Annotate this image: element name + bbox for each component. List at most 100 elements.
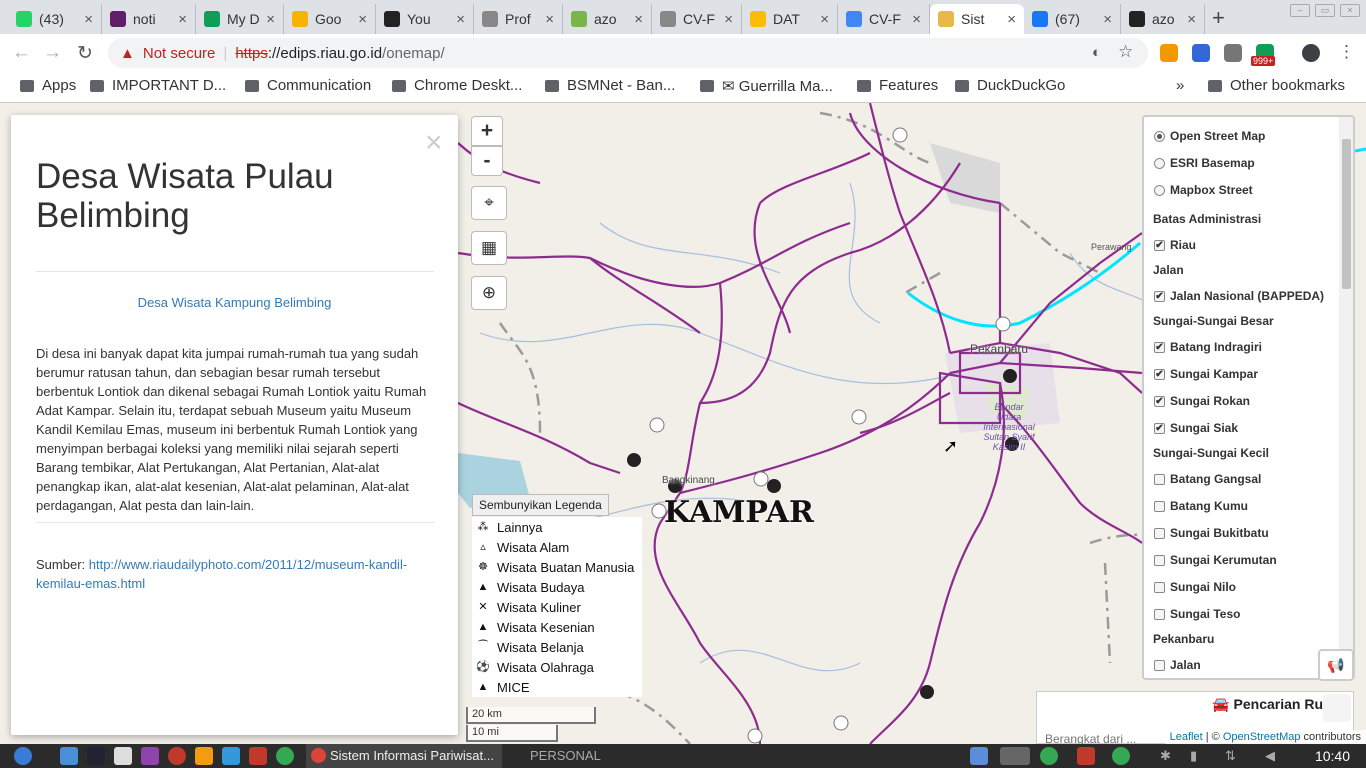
- checkbox[interactable]: ✔: [1154, 290, 1165, 302]
- layer-toggle[interactable]: ✔ Sungai Rokan: [1154, 394, 1250, 408]
- source-link[interactable]: http://www.riaudailyphoto.com/2011/12/mu…: [36, 557, 407, 591]
- bookmark-item[interactable]: Communication: [245, 77, 371, 94]
- calendar-icon[interactable]: ▦: [471, 231, 507, 265]
- layer-toggle[interactable]: ✔ Sungai Kampar: [1154, 367, 1258, 381]
- browser-tab[interactable]: Sist ×: [930, 4, 1024, 34]
- terminal-icon[interactable]: [87, 747, 105, 765]
- app-icon[interactable]: [249, 747, 267, 765]
- megaphone-icon[interactable]: 📢: [1318, 649, 1354, 681]
- close-window-button[interactable]: ×: [1340, 4, 1360, 17]
- app-icon[interactable]: [141, 747, 159, 765]
- checkbox[interactable]: [1154, 554, 1165, 566]
- layer-toggle[interactable]: Sungai Bukitbatu: [1154, 526, 1269, 540]
- extension-icon[interactable]: [1160, 44, 1178, 62]
- map-view[interactable]: KAMPAR Pekanbaru Bangkinang Bandar Udara…: [0, 103, 1366, 744]
- layer-toggle[interactable]: Sungai Teso: [1154, 607, 1240, 621]
- bookmark-item[interactable]: Apps: [20, 77, 76, 94]
- browser-tab[interactable]: You ×: [376, 4, 474, 34]
- clock[interactable]: 10:40: [1315, 748, 1350, 764]
- checkbox[interactable]: [1154, 500, 1165, 512]
- location-pin-icon[interactable]: ⌖: [471, 186, 507, 220]
- checkbox[interactable]: ✔: [1154, 341, 1165, 353]
- browser-tab[interactable]: Goo ×: [284, 4, 376, 34]
- volume-icon[interactable]: ◀: [1265, 748, 1275, 764]
- scrollbar-thumb[interactable]: [1342, 139, 1351, 289]
- radio-button[interactable]: [1154, 130, 1165, 142]
- other-bookmarks-folder[interactable]: Other bookmarks: [1208, 77, 1345, 94]
- bookmark-star-icon[interactable]: ☆: [1118, 42, 1133, 62]
- battery-icon[interactable]: ▮: [1190, 748, 1197, 764]
- more-bookmarks-button[interactable]: »: [1176, 77, 1184, 94]
- bookmark-item[interactable]: BSMNet - Ban...: [545, 77, 675, 94]
- close-tab-icon[interactable]: ×: [912, 11, 921, 28]
- toggle-legend-button[interactable]: Sembunyikan Legenda: [472, 494, 609, 516]
- close-popup-button[interactable]: ×: [425, 128, 443, 158]
- checkbox[interactable]: ✔: [1154, 239, 1165, 251]
- zoom-in-button[interactable]: +: [471, 116, 503, 146]
- radio-button[interactable]: [1154, 184, 1165, 196]
- leaflet-link[interactable]: Leaflet: [1170, 731, 1203, 743]
- layer-toggle[interactable]: Jalan: [1154, 658, 1201, 672]
- add-location-icon[interactable]: ⊕: [471, 276, 507, 310]
- profile-avatar[interactable]: [1302, 44, 1320, 62]
- layer-toggle[interactable]: ✔ Batang Indragiri: [1154, 340, 1262, 354]
- start-menu-icon[interactable]: [14, 747, 32, 765]
- forward-button[interactable]: →: [43, 42, 62, 64]
- bluetooth-icon[interactable]: ✱: [1160, 748, 1171, 764]
- back-button[interactable]: ←: [12, 42, 31, 64]
- basemap-option[interactable]: Mapbox Street: [1154, 183, 1253, 197]
- bookmark-item[interactable]: Features: [857, 77, 938, 94]
- checkbox[interactable]: ✔: [1154, 422, 1165, 434]
- layer-control[interactable]: Open Street Map ESRI Basemap Mapbox Street…: [1142, 115, 1355, 680]
- layer-scrollbar[interactable]: [1339, 117, 1353, 678]
- chrome-icon[interactable]: [1112, 747, 1130, 765]
- address-bar[interactable]: ▲ Not secure | https ://edips.riau.go.id…: [108, 38, 1148, 68]
- layer-toggle[interactable]: ✔ Jalan Nasional (BAPPEDA): [1154, 289, 1324, 303]
- browser-tab[interactable]: (43) ×: [8, 4, 102, 34]
- workspace-switcher[interactable]: [1000, 747, 1030, 765]
- browser-tab[interactable]: (67) ×: [1024, 4, 1121, 34]
- close-tab-icon[interactable]: ×: [1007, 11, 1016, 28]
- browser-tab[interactable]: CV-F ×: [652, 4, 742, 34]
- browser-tab[interactable]: My D ×: [196, 4, 284, 34]
- checkbox[interactable]: [1154, 581, 1165, 593]
- checkbox[interactable]: [1154, 659, 1165, 671]
- close-tab-icon[interactable]: ×: [358, 11, 367, 28]
- site-settings-icon[interactable]: ◐: [1092, 44, 1101, 61]
- layer-toggle[interactable]: Sungai Kerumutan: [1154, 553, 1277, 567]
- popup-image[interactable]: Desa Wisata Kampung Belimbing: [11, 295, 458, 310]
- zoom-out-button[interactable]: -: [471, 146, 503, 176]
- layer-toggle[interactable]: Batang Kumu: [1154, 499, 1248, 513]
- bookmark-item[interactable]: IMPORTANT D...: [90, 77, 226, 94]
- chrome-icon[interactable]: [276, 747, 294, 765]
- browser-tab[interactable]: DAT ×: [742, 4, 838, 34]
- bookmark-item[interactable]: ✉ Guerrilla Ma...: [700, 77, 833, 95]
- text-editor-icon[interactable]: [114, 747, 132, 765]
- browser-tab[interactable]: CV-F ×: [838, 4, 930, 34]
- file-manager-icon[interactable]: [60, 747, 78, 765]
- extension-icon[interactable]: [1224, 44, 1242, 62]
- browser-tab[interactable]: azo ×: [1121, 4, 1205, 34]
- close-tab-icon[interactable]: ×: [1187, 11, 1196, 28]
- close-tab-icon[interactable]: ×: [545, 11, 554, 28]
- radio-button[interactable]: [1154, 157, 1165, 169]
- close-tab-icon[interactable]: ×: [1103, 11, 1112, 28]
- close-tab-icon[interactable]: ×: [266, 11, 275, 28]
- checkbox[interactable]: [1154, 473, 1165, 485]
- network-icon[interactable]: ⇅: [1225, 748, 1236, 764]
- bookmark-item[interactable]: DuckDuckGo: [955, 77, 1065, 94]
- basemap-option[interactable]: Open Street Map: [1154, 129, 1265, 143]
- app-icon[interactable]: [1077, 747, 1095, 765]
- browser-tab[interactable]: azo ×: [563, 4, 652, 34]
- layer-toggle[interactable]: ✔ Riau: [1154, 238, 1196, 252]
- checkbox[interactable]: [1154, 608, 1165, 620]
- menu-icon[interactable]: ⋮: [1338, 42, 1355, 62]
- checkbox[interactable]: ✔: [1154, 368, 1165, 380]
- browser-tab[interactable]: noti ×: [102, 4, 196, 34]
- settings-icon[interactable]: [168, 747, 186, 765]
- osm-link[interactable]: OpenStreetMap: [1223, 731, 1301, 743]
- app-icon[interactable]: [970, 747, 988, 765]
- bitwarden-icon[interactable]: [1192, 44, 1210, 62]
- taskbar-window-chrome[interactable]: Sistem Informasi Pariwisat...: [306, 744, 502, 768]
- reload-button[interactable]: ↻: [77, 42, 93, 65]
